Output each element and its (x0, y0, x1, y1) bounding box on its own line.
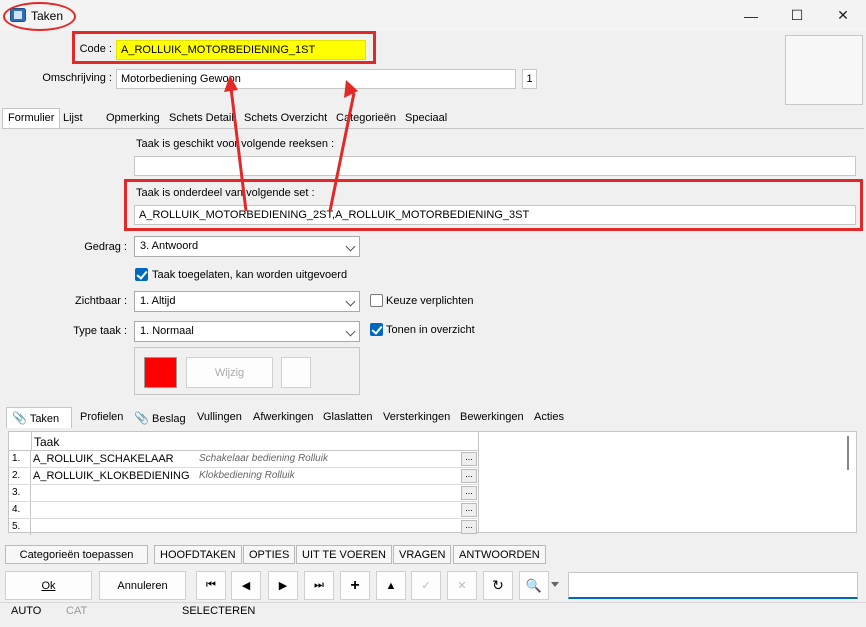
annotation-arrow-left (229, 87, 248, 212)
annotation-arrowhead-left (224, 75, 238, 92)
annotation-arrow-right (328, 92, 356, 212)
annotation-arrows (224, 75, 358, 212)
annotation-arrowhead-right (344, 80, 358, 98)
